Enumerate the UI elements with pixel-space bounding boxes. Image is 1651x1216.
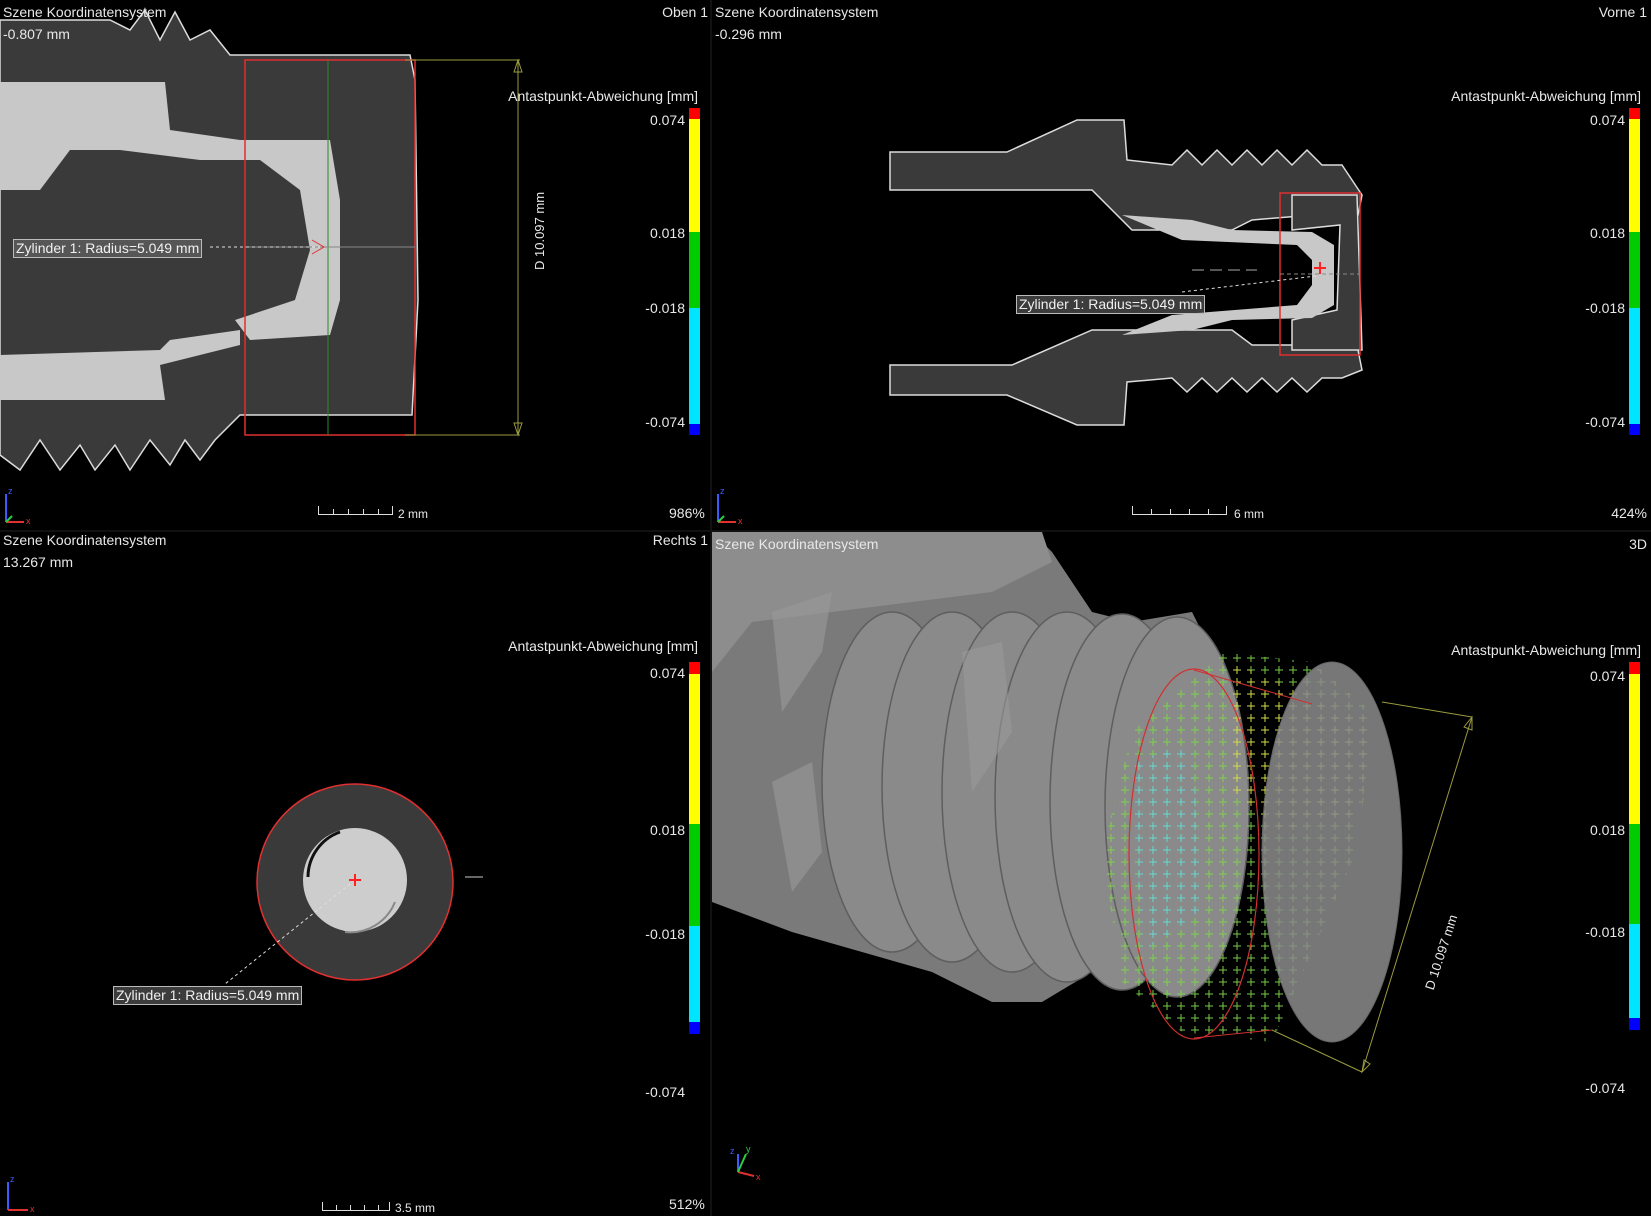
tick-label: -0.074 <box>645 1084 685 1100</box>
color-low <box>689 926 700 1022</box>
zoom-level: 424% <box>1611 505 1647 521</box>
color-high <box>1629 119 1640 232</box>
color-over <box>689 662 700 674</box>
ct-slice-right-view <box>224 783 483 985</box>
axis-z-label: z <box>720 486 725 496</box>
view-name: Oben 1 <box>662 4 708 20</box>
view-name: 3D <box>1629 536 1647 552</box>
axis-x-label: x <box>756 1172 761 1182</box>
color-bar <box>689 108 700 435</box>
tick-label: -0.018 <box>645 926 685 942</box>
legend-title: Antastpunkt-Abweichung [mm] <box>1451 88 1641 104</box>
color-under <box>689 1022 700 1034</box>
slice-position: -0.296 mm <box>715 26 782 42</box>
3d-render <box>712 532 1473 1074</box>
legend-title: Antastpunkt-Abweichung [mm] <box>508 88 698 104</box>
color-high <box>689 674 700 824</box>
tick-label: 0.074 <box>1589 668 1625 684</box>
scale-label: 6 mm <box>1234 507 1264 521</box>
color-bar <box>1629 662 1640 1030</box>
scale-bar <box>318 506 393 515</box>
legend-title: Antastpunkt-Abweichung [mm] <box>1451 642 1641 658</box>
scale-label: 2 mm <box>398 507 428 521</box>
color-over <box>689 108 700 119</box>
legend-title: Antastpunkt-Abweichung [mm] <box>508 638 698 654</box>
view-name: Rechts 1 <box>652 532 708 548</box>
axis-y-label: y <box>746 1144 751 1154</box>
tick-label: 0.018 <box>649 225 685 241</box>
tick-label: 0.074 <box>649 112 685 128</box>
axis-gizmo-icon: z x <box>5 486 31 526</box>
color-mid <box>1629 824 1640 924</box>
color-low <box>689 308 700 424</box>
slice-position: 13.267 mm <box>3 554 74 570</box>
viewport-bottom-left[interactable]: Szene Koordinatensystem 13.267 mm Rechts… <box>0 532 710 1216</box>
tick-label: 0.018 <box>1589 225 1625 241</box>
ct-slice-front-view <box>889 119 1363 426</box>
viewport-top-left[interactable]: Szene Koordinatensystem -0.807 mm Oben 1… <box>0 0 710 530</box>
viewport-divider-horizontal[interactable] <box>0 530 1651 532</box>
axis-gizmo-icon: z y x <box>730 1144 761 1182</box>
diameter-dimension: D 10.097 mm <box>532 191 547 270</box>
axis-x-label: x <box>30 1204 35 1214</box>
tick-label: 0.018 <box>1589 822 1625 838</box>
color-low <box>1629 924 1640 1018</box>
color-over <box>1629 108 1640 119</box>
tick-label: -0.074 <box>1585 414 1625 430</box>
axis-z-label: z <box>10 1174 15 1184</box>
view-name: Vorne 1 <box>1598 4 1647 20</box>
zoom-level: 986% <box>669 505 705 521</box>
scale-bar <box>1132 506 1227 515</box>
axis-gizmo-icon: z x <box>717 486 743 526</box>
axis-z-label: z <box>730 1146 735 1156</box>
axis-x-label: x <box>738 516 743 526</box>
color-mid <box>689 232 700 308</box>
color-bar <box>689 662 700 1034</box>
tick-label: -0.018 <box>645 300 685 316</box>
ct-slice-top-view <box>0 8 523 472</box>
coord-system-label: Szene Koordinatensystem <box>715 536 879 552</box>
color-high <box>689 119 700 232</box>
cylinder-callout[interactable]: Zylinder 1: Radius=5.049 mm <box>113 986 303 1005</box>
color-low <box>1629 308 1640 424</box>
cylinder-callout[interactable]: Zylinder 1: Radius=5.049 mm <box>13 239 203 258</box>
axis-gizmo-icon: z x <box>7 1174 35 1214</box>
scale-label: 3.5 mm <box>395 1201 436 1215</box>
color-mid <box>689 824 700 926</box>
color-under <box>1629 424 1640 435</box>
coord-system-label: Szene Koordinatensystem <box>715 4 879 20</box>
coord-system-label: Szene Koordinatensystem <box>3 532 167 548</box>
cylinder-callout[interactable]: Zylinder 1: Radius=5.049 mm <box>1016 295 1206 314</box>
slice-position: -0.807 mm <box>3 26 70 42</box>
color-under <box>1629 1018 1640 1030</box>
tick-label: -0.074 <box>1585 1080 1625 1096</box>
color-high <box>1629 674 1640 824</box>
axis-x-label: x <box>26 516 31 526</box>
tick-label: -0.018 <box>1585 300 1625 316</box>
tick-label: 0.018 <box>649 822 685 838</box>
zoom-level: 512% <box>669 1196 705 1212</box>
coord-system-label: Szene Koordinatensystem <box>3 4 167 20</box>
viewport-top-right[interactable]: Szene Koordinatensystem -0.296 mm Vorne … <box>712 0 1651 530</box>
color-mid <box>1629 232 1640 308</box>
scale-bar <box>322 1202 390 1211</box>
tick-label: -0.018 <box>1585 924 1625 940</box>
viewport-3d[interactable]: Szene Koordinatensystem 3D D 10.097 mm A… <box>712 532 1651 1216</box>
tick-label: 0.074 <box>1589 112 1625 128</box>
viewport-divider-vertical[interactable] <box>710 0 712 1216</box>
color-bar <box>1629 108 1640 435</box>
axis-z-label: z <box>8 486 13 496</box>
color-over <box>1629 662 1640 674</box>
color-under <box>689 424 700 435</box>
tick-label: 0.074 <box>649 665 685 681</box>
tick-label: -0.074 <box>645 414 685 430</box>
